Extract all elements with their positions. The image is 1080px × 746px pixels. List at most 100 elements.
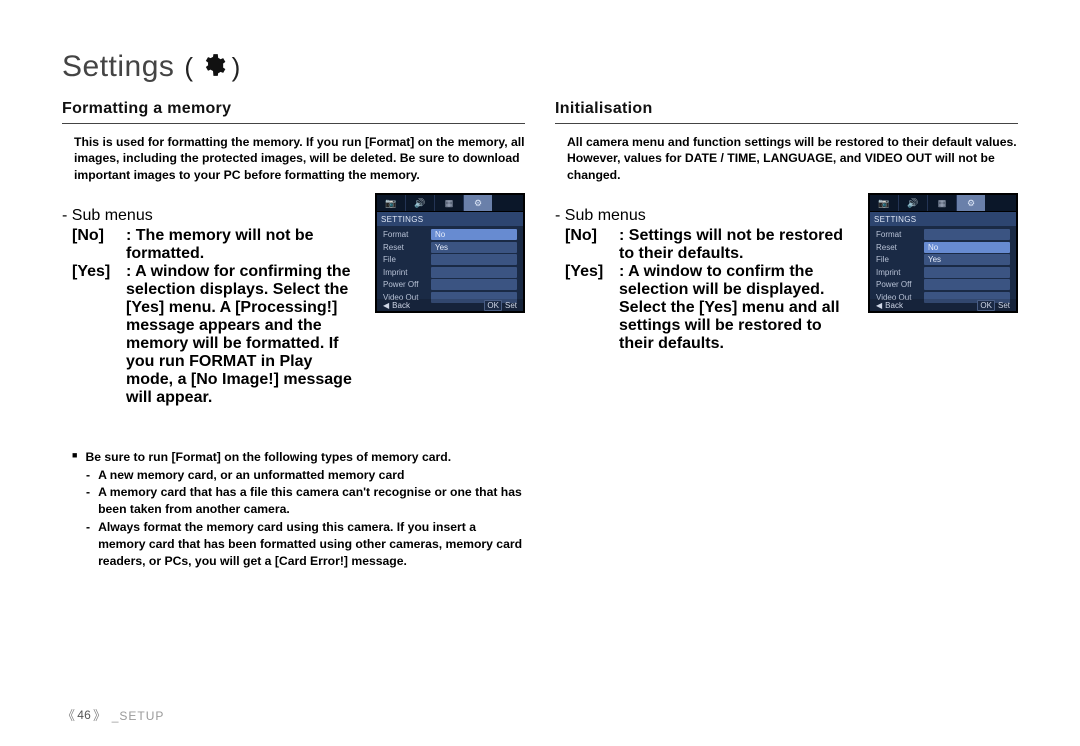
bullet-text: Always format the memory card using this… (98, 519, 525, 571)
thumb-val (431, 279, 517, 290)
thumb-label: Power Off (377, 280, 431, 289)
table-row: Imprint (377, 266, 523, 279)
page-bracket-right: 》 (93, 705, 106, 724)
submenu-key-no: [No] (565, 227, 611, 263)
thumb-rows: Format Reset No File Yes Imprint (870, 226, 1016, 303)
thumb-footer: ◀ Back OK Set (870, 299, 1016, 311)
square-bullet-icon: ■ (72, 449, 77, 462)
list-item: - A memory card that has a file this cam… (72, 484, 525, 519)
table-row: Format No (377, 228, 523, 241)
thumb-label: Format (870, 230, 924, 239)
thumb-val (924, 229, 1010, 240)
submenu-key-no: [No] (72, 227, 118, 263)
speaker-icon: 🔊 (899, 195, 928, 211)
thumb-val: No (431, 229, 517, 240)
set-label: Set (998, 301, 1010, 310)
bullet-text: A memory card that has a file this camer… (98, 484, 525, 519)
submenu-label: - Sub menus (555, 207, 856, 225)
thumb-title: SETTINGS (377, 212, 523, 226)
dash-icon: - (86, 484, 90, 501)
thumb-title: SETTINGS (870, 212, 1016, 226)
table-row: Reset No (870, 241, 1016, 254)
bullet-text: A new memory card, or an unformatted mem… (98, 467, 525, 484)
set-label: Set (505, 301, 517, 310)
table-row: Power Off (870, 278, 1016, 291)
submenu-val-no: : The memory will not be formatted. (126, 227, 363, 263)
dash-icon: - (86, 519, 90, 536)
thumb-label: File (870, 255, 924, 264)
submenu-key-yes: [Yes] (565, 263, 611, 353)
submenu-val-yes: : A window to confirm the selection will… (619, 263, 856, 353)
table-row: Imprint (870, 266, 1016, 279)
paren-right: ) (232, 52, 241, 83)
initialisation-submenu-row: - Sub menus [No] : Settings will not be … (555, 193, 1018, 353)
formatting-submenu-row: - Sub menus [No] : The memory will not b… (62, 193, 525, 407)
camera-icon: 📷 (377, 195, 406, 211)
gear-icon-tab: ⚙ (957, 195, 985, 211)
speaker-icon: 🔊 (406, 195, 435, 211)
bullet-lead: Be sure to run [Format] on the following… (85, 449, 525, 466)
title-text: Settings (62, 50, 174, 84)
camera-settings-thumbnail: 📷 🔊 ▦ ⚙ SETTINGS Format Reset No (868, 193, 1018, 313)
thumb-top-icons: 📷 🔊 ▦ ⚙ (377, 195, 523, 212)
thumb-val: Yes (431, 242, 517, 253)
thumb-label: Reset (870, 243, 924, 252)
submenu-val-yes: : A window for confirming the selection … (126, 263, 363, 407)
camera-settings-thumbnail: 📷 🔊 ▦ ⚙ SETTINGS Format No Reset Ye (375, 193, 525, 313)
list-item: ■ Be sure to run [Format] on the followi… (72, 449, 525, 466)
table-row: Power Off (377, 278, 523, 291)
thumb-footer: ◀ Back OK Set (377, 299, 523, 311)
thumb-val (431, 254, 517, 265)
thumb-rows: Format No Reset Yes File Imprint (377, 226, 523, 303)
title-decoration: ( ) (184, 52, 240, 84)
formatting-notes: ■ Be sure to run [Format] on the followi… (62, 449, 525, 570)
section-title-formatting: Formatting a memory (62, 98, 525, 124)
page-footer: 《 46 》 _SETUP (62, 705, 164, 724)
back-label: Back (392, 301, 410, 310)
list-item: - Always format the memory card using th… (72, 519, 525, 571)
initialisation-intro: All camera menu and function settings wi… (555, 134, 1018, 183)
page-bracket-left: 《 (62, 705, 75, 724)
paren-left: ( (184, 52, 193, 83)
thumb-val (924, 279, 1010, 290)
thumb-val: Yes (924, 254, 1010, 265)
thumb-val (431, 267, 517, 278)
thumb-label: Format (377, 230, 431, 239)
submenu-val-no: : Settings will not be restored to their… (619, 227, 856, 263)
back-label: Back (885, 301, 903, 310)
thumb-val: No (924, 242, 1010, 253)
thumb-label: File (377, 255, 431, 264)
gear-icon-tab: ⚙ (464, 195, 492, 211)
formatting-intro: This is used for formatting the memory. … (62, 134, 525, 183)
table-row: File Yes (870, 253, 1016, 266)
thumb-top-icons: 📷 🔊 ▦ ⚙ (870, 195, 1016, 212)
thumb-label: Reset (377, 243, 431, 252)
section-formatting: Formatting a memory This is used for for… (62, 98, 525, 571)
thumb-val (924, 267, 1010, 278)
submenu-item: [Yes] : A window to confirm the selectio… (565, 263, 856, 353)
table-row: Format (870, 228, 1016, 241)
thumb-label: Imprint (870, 268, 924, 277)
gear-icon (200, 52, 226, 84)
page-title: Settings ( ) (62, 50, 1018, 84)
ok-label: OK (484, 300, 502, 311)
thumb-label: Power Off (870, 280, 924, 289)
ok-label: OK (977, 300, 995, 311)
submenu-key-yes: [Yes] (72, 263, 118, 407)
section-initialisation: Initialisation All camera menu and funct… (555, 98, 1018, 571)
list-item: - A new memory card, or an unformatted m… (72, 467, 525, 484)
submenu-item: [No] : The memory will not be formatted. (72, 227, 363, 263)
thumb-label: Imprint (377, 268, 431, 277)
display-icon: ▦ (435, 195, 464, 211)
submenu-item: [No] : Settings will not be restored to … (565, 227, 856, 263)
camera-icon: 📷 (870, 195, 899, 211)
display-icon: ▦ (928, 195, 957, 211)
table-row: File (377, 253, 523, 266)
dash-icon: - (86, 467, 90, 484)
section-title-initialisation: Initialisation (555, 98, 1018, 124)
submenu-item: [Yes] : A window for confirming the sele… (72, 263, 363, 407)
submenu-label: - Sub menus (62, 207, 363, 225)
table-row: Reset Yes (377, 241, 523, 254)
chapter-label: _SETUP (112, 709, 165, 723)
page-number: 46 (77, 708, 91, 722)
